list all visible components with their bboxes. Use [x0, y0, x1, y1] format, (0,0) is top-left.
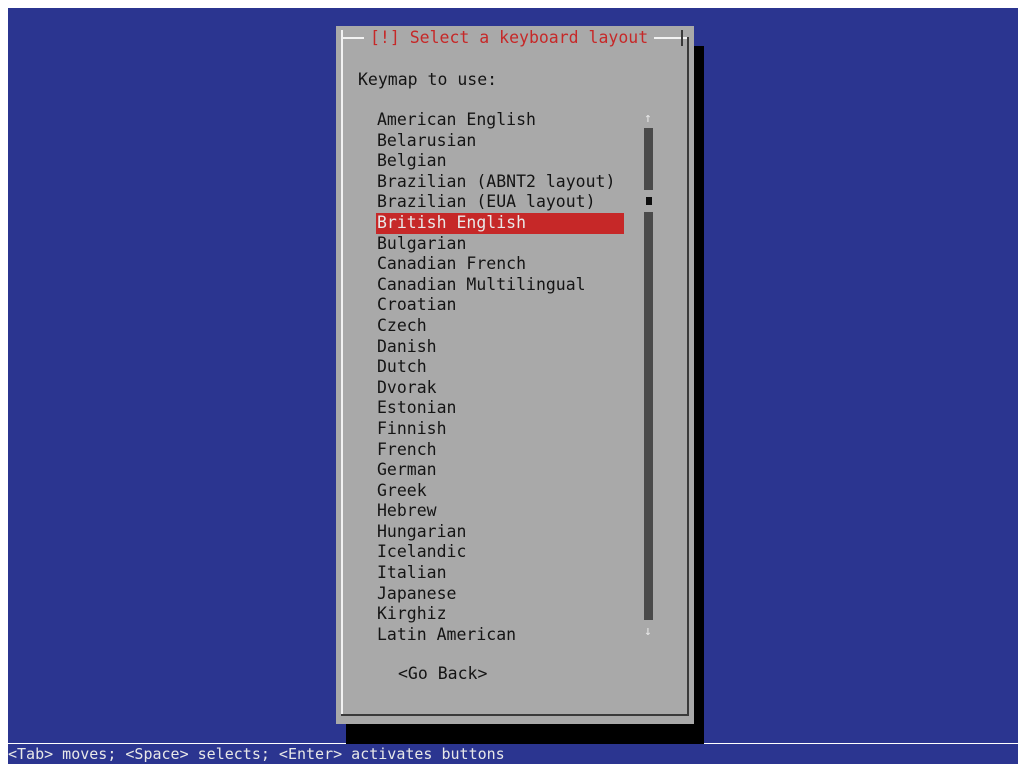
go-back-button[interactable]: <Go Back> [398, 664, 487, 684]
title-tick-left [341, 30, 343, 46]
keymap-option[interactable]: American English [376, 110, 624, 131]
keymap-option[interactable]: Icelandic [376, 542, 624, 563]
keymap-prompt: Keymap to use: [358, 70, 498, 89]
keymap-option[interactable]: Latin American [376, 625, 624, 646]
keymap-option[interactable]: Belgian [376, 151, 624, 172]
keymap-option[interactable]: Bulgarian [376, 234, 624, 255]
keymap-option[interactable]: Dvorak [376, 378, 624, 399]
keymap-option[interactable]: German [376, 460, 624, 481]
dialog-frame-bottom [341, 714, 689, 716]
scrollbar-thumb[interactable] [646, 197, 652, 205]
dialog-title: [!] Select a keyboard layout [364, 27, 655, 49]
status-bar-hint: <Tab> moves; <Space> selects; <Enter> ac… [8, 744, 1018, 764]
dialog-frame-right [687, 37, 689, 716]
keymap-option[interactable]: Czech [376, 316, 624, 337]
scroll-down-icon[interactable]: ↓ [644, 624, 652, 640]
keymap-option[interactable]: Greek [376, 481, 624, 502]
keymap-option[interactable]: Japanese [376, 584, 624, 605]
keymap-option[interactable]: Brazilian (EUA layout) [376, 192, 624, 213]
scrollbar-track[interactable] [644, 128, 653, 190]
dialog-frame-left [341, 37, 343, 714]
keymap-option[interactable]: Belarusian [376, 131, 624, 152]
keymap-option[interactable]: Canadian French [376, 254, 624, 275]
keymap-option[interactable]: British English [376, 212, 624, 234]
keymap-option[interactable]: Estonian [376, 398, 624, 419]
keymap-option[interactable]: Italian [376, 563, 624, 584]
keymap-option[interactable]: Brazilian (ABNT2 layout) [376, 172, 624, 193]
title-tick-right [681, 30, 683, 46]
keymap-option[interactable]: Canadian Multilingual [376, 275, 624, 296]
keymap-option[interactable]: Croatian [376, 295, 624, 316]
keymap-option[interactable]: Hebrew [376, 501, 624, 522]
keymap-option[interactable]: Kirghiz [376, 604, 624, 625]
scrollbar-track-lower[interactable] [644, 212, 653, 620]
keymap-option[interactable]: French [376, 440, 624, 461]
keymap-option[interactable]: Danish [376, 337, 624, 358]
keymap-option[interactable]: Hungarian [376, 522, 624, 543]
keymap-list[interactable]: American English Belarusian Belgian Brazili… [376, 110, 624, 645]
scroll-up-icon[interactable]: ↑ [644, 111, 652, 127]
keymap-option[interactable]: Dutch [376, 357, 624, 378]
keymap-option[interactable]: Finnish [376, 419, 624, 440]
